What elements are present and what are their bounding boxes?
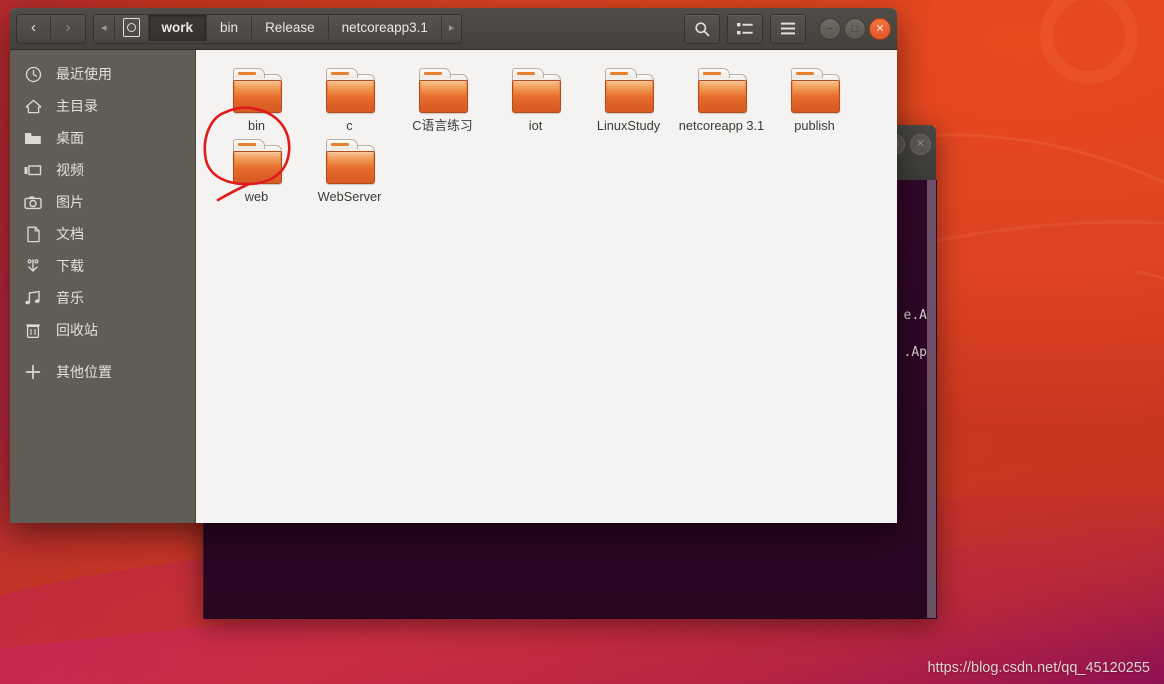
breadcrumb-item-netcoreapp31[interactable]: netcoreapp3.1	[328, 14, 442, 41]
window-minimize-button[interactable]: −	[819, 17, 841, 40]
sidebar-item-documents[interactable]: 文档	[10, 218, 195, 250]
drive-icon	[122, 18, 140, 37]
file-name-label: netcoreapp 3.1	[678, 118, 765, 133]
sidebar-item-label: 其他位置	[56, 364, 112, 380]
sidebar-item-label: 音乐	[56, 290, 84, 306]
back-button[interactable]: ‹	[17, 14, 51, 41]
download-icon	[20, 258, 46, 275]
window-close-button[interactable]: ✕	[869, 17, 891, 40]
file-name-label: C语言练习	[412, 118, 473, 133]
sidebar-separator	[10, 346, 195, 356]
sidebar-item-label: 图片	[56, 194, 84, 210]
sidebar-item-recent[interactable]: 最近使用	[10, 58, 195, 90]
file-item-web[interactable]: web	[210, 133, 303, 204]
breadcrumb-scroll-right-button[interactable]: ▸	[441, 14, 462, 41]
forward-button[interactable]: ›	[51, 14, 85, 41]
file-manager-header-bar: ‹ › ◂ work bin Release netcoreapp3.1 ▸ −…	[10, 8, 897, 50]
plus-icon	[20, 364, 46, 380]
file-item-netcoreapp31[interactable]: netcoreapp 3.1	[675, 62, 768, 133]
sidebar-item-other-locations[interactable]: 其他位置	[10, 356, 195, 388]
sidebar-item-trash[interactable]: 回收站	[10, 314, 195, 346]
file-name-label: publish	[794, 118, 835, 133]
header-right-controls: − □ ✕	[684, 13, 891, 44]
folder-icon	[602, 68, 655, 114]
breadcrumb: ◂ work bin Release netcoreapp3.1 ▸	[93, 13, 463, 44]
document-icon	[20, 226, 46, 243]
sidebar-item-label: 视频	[56, 162, 84, 178]
sidebar-item-label: 最近使用	[56, 66, 112, 82]
sidebar-item-desktop[interactable]: 桌面	[10, 122, 195, 154]
file-name-label: c	[346, 118, 353, 133]
window-controls: − □ ✕	[819, 17, 891, 40]
folder-icon	[509, 68, 562, 114]
file-item-publish[interactable]: publish	[768, 62, 861, 133]
sidebar-item-videos[interactable]: 视频	[10, 154, 195, 186]
list-view-icon	[737, 22, 753, 34]
window-maximize-button[interactable]: □	[844, 17, 866, 40]
search-button[interactable]	[684, 13, 720, 44]
breadcrumb-scroll-left-button[interactable]: ◂	[94, 14, 115, 41]
file-item-webserver[interactable]: WebServer	[303, 133, 396, 204]
music-icon	[20, 290, 46, 306]
sidebar-item-label: 回收站	[56, 322, 98, 338]
folder-icon	[230, 68, 283, 114]
file-manager-window[interactable]: ‹ › ◂ work bin Release netcoreapp3.1 ▸ −…	[10, 8, 897, 523]
camera-icon	[20, 195, 46, 210]
breadcrumb-device-button[interactable]	[114, 14, 149, 41]
sidebar-item-label: 主目录	[56, 98, 98, 114]
file-name-label: iot	[528, 118, 543, 133]
terminal-close-button[interactable]: ✕	[910, 134, 931, 155]
file-name-label: bin	[247, 118, 266, 133]
menu-button[interactable]	[770, 13, 806, 44]
file-name-label: WebServer	[317, 189, 382, 204]
sidebar-item-label: 文档	[56, 226, 84, 242]
folder-icon	[323, 139, 376, 185]
search-icon	[695, 21, 710, 36]
folder-icon	[788, 68, 841, 114]
file-item-iot[interactable]: iot	[489, 62, 582, 133]
file-item-bin[interactable]: bin	[210, 62, 303, 133]
icon-grid: bin c C语言练习 iot LinuxStudy netcoreapp 3.…	[210, 62, 891, 204]
breadcrumb-item-release[interactable]: Release	[252, 14, 329, 41]
file-name-label: web	[244, 189, 269, 204]
breadcrumb-item-work[interactable]: work	[148, 14, 208, 41]
file-name-label: LinuxStudy	[596, 118, 661, 133]
trash-icon	[20, 322, 46, 339]
file-list-area[interactable]: bin c C语言练习 iot LinuxStudy netcoreapp 3.…	[196, 50, 897, 523]
video-icon	[20, 163, 46, 177]
hamburger-menu-icon	[781, 22, 795, 35]
view-toggle-button[interactable]	[727, 13, 763, 44]
file-item-linuxstudy[interactable]: LinuxStudy	[582, 62, 675, 133]
sidebar-item-downloads[interactable]: 下载	[10, 250, 195, 282]
home-icon	[20, 98, 46, 115]
clock-icon	[20, 66, 46, 83]
sidebar-item-pictures[interactable]: 图片	[10, 186, 195, 218]
sidebar-item-label: 桌面	[56, 130, 84, 146]
navigation-button-group: ‹ ›	[16, 13, 86, 44]
watermark-text: https://blog.csdn.net/qq_45120255	[927, 660, 1150, 676]
terminal-line: .Ap	[903, 345, 927, 360]
wallpaper-circle-decoration	[1040, 0, 1138, 84]
breadcrumb-item-bin[interactable]: bin	[207, 14, 253, 41]
file-item-c[interactable]: c	[303, 62, 396, 133]
terminal-line: e.A	[903, 308, 927, 323]
folder-icon	[416, 68, 469, 114]
folder-icon	[695, 68, 748, 114]
close-icon: ✕	[915, 138, 926, 150]
sidebar-item-home[interactable]: 主目录	[10, 90, 195, 122]
sidebar: 最近使用 主目录 桌面 视频 图片 文档 下载 音乐 回收站 其他位置	[10, 50, 196, 523]
file-item-c-language-practice[interactable]: C语言练习	[396, 62, 489, 133]
terminal-scrollbar[interactable]	[927, 180, 936, 618]
folder-icon	[20, 131, 46, 146]
folder-icon	[323, 68, 376, 114]
file-manager-body: 最近使用 主目录 桌面 视频 图片 文档 下载 音乐 回收站 其他位置 bin …	[10, 50, 897, 523]
sidebar-item-music[interactable]: 音乐	[10, 282, 195, 314]
sidebar-item-label: 下载	[56, 258, 84, 274]
folder-icon	[230, 139, 283, 185]
